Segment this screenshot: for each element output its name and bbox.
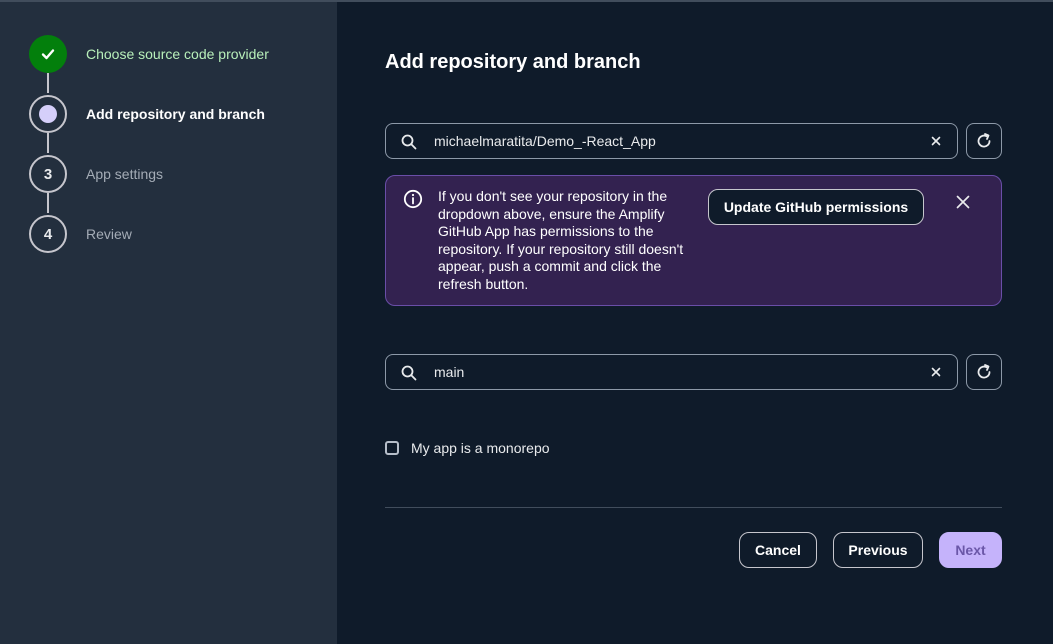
main-content: Add repository and branch michaelmaratit… <box>385 0 1002 644</box>
page-title: Add repository and branch <box>385 51 641 73</box>
step-add-repository[interactable]: Add repository and branch <box>29 95 309 133</box>
step-current-indicator <box>29 95 67 133</box>
alert-message: If you don't see your repository in the … <box>438 188 684 292</box>
previous-button[interactable]: Previous <box>833 532 923 568</box>
step-connector <box>47 133 49 153</box>
step-label: App settings <box>86 166 164 182</box>
step-number: 3 <box>29 155 67 193</box>
step-complete-indicator <box>29 35 67 73</box>
step-app-settings: 3 App settings <box>29 155 309 193</box>
step-connector <box>47 73 49 93</box>
step-label: Add repository and branch <box>86 106 265 122</box>
monorepo-checkbox[interactable] <box>385 441 399 455</box>
cancel-button[interactable]: Cancel <box>739 532 817 568</box>
refresh-icon <box>977 364 991 379</box>
repository-value: michaelmaratita/Demo_-React_App <box>434 133 656 149</box>
divider <box>385 507 1002 508</box>
repository-refresh-button[interactable] <box>966 123 1002 159</box>
check-icon <box>41 49 55 60</box>
clear-icon[interactable] <box>929 134 943 148</box>
step-connector <box>47 193 49 213</box>
branch-refresh-button[interactable] <box>966 354 1002 390</box>
step-number: 4 <box>29 215 67 253</box>
branch-search-input[interactable]: main <box>385 354 958 390</box>
clear-icon[interactable] <box>929 365 943 379</box>
search-icon <box>401 134 417 150</box>
step-label: Review <box>86 226 132 242</box>
step-choose-source[interactable]: Choose source code provider <box>29 35 309 73</box>
branch-value: main <box>434 364 465 380</box>
step-review: 4 Review <box>29 215 309 253</box>
next-button[interactable]: Next <box>939 532 1002 568</box>
wizard-steps-sidebar: Choose source code provider Add reposito… <box>0 2 337 644</box>
refresh-icon <box>977 133 991 148</box>
github-permissions-alert: If you don't see your repository in the … <box>385 175 1002 306</box>
update-github-permissions-button[interactable]: Update GitHub permissions <box>708 189 924 225</box>
search-icon <box>401 365 417 381</box>
close-icon[interactable] <box>955 194 971 210</box>
current-dot <box>39 105 57 123</box>
monorepo-option[interactable]: My app is a monorepo <box>385 440 550 456</box>
info-icon <box>403 189 423 209</box>
repository-search-input[interactable]: michaelmaratita/Demo_-React_App <box>385 123 958 159</box>
step-label: Choose source code provider <box>86 46 269 62</box>
monorepo-label[interactable]: My app is a monorepo <box>411 440 550 456</box>
